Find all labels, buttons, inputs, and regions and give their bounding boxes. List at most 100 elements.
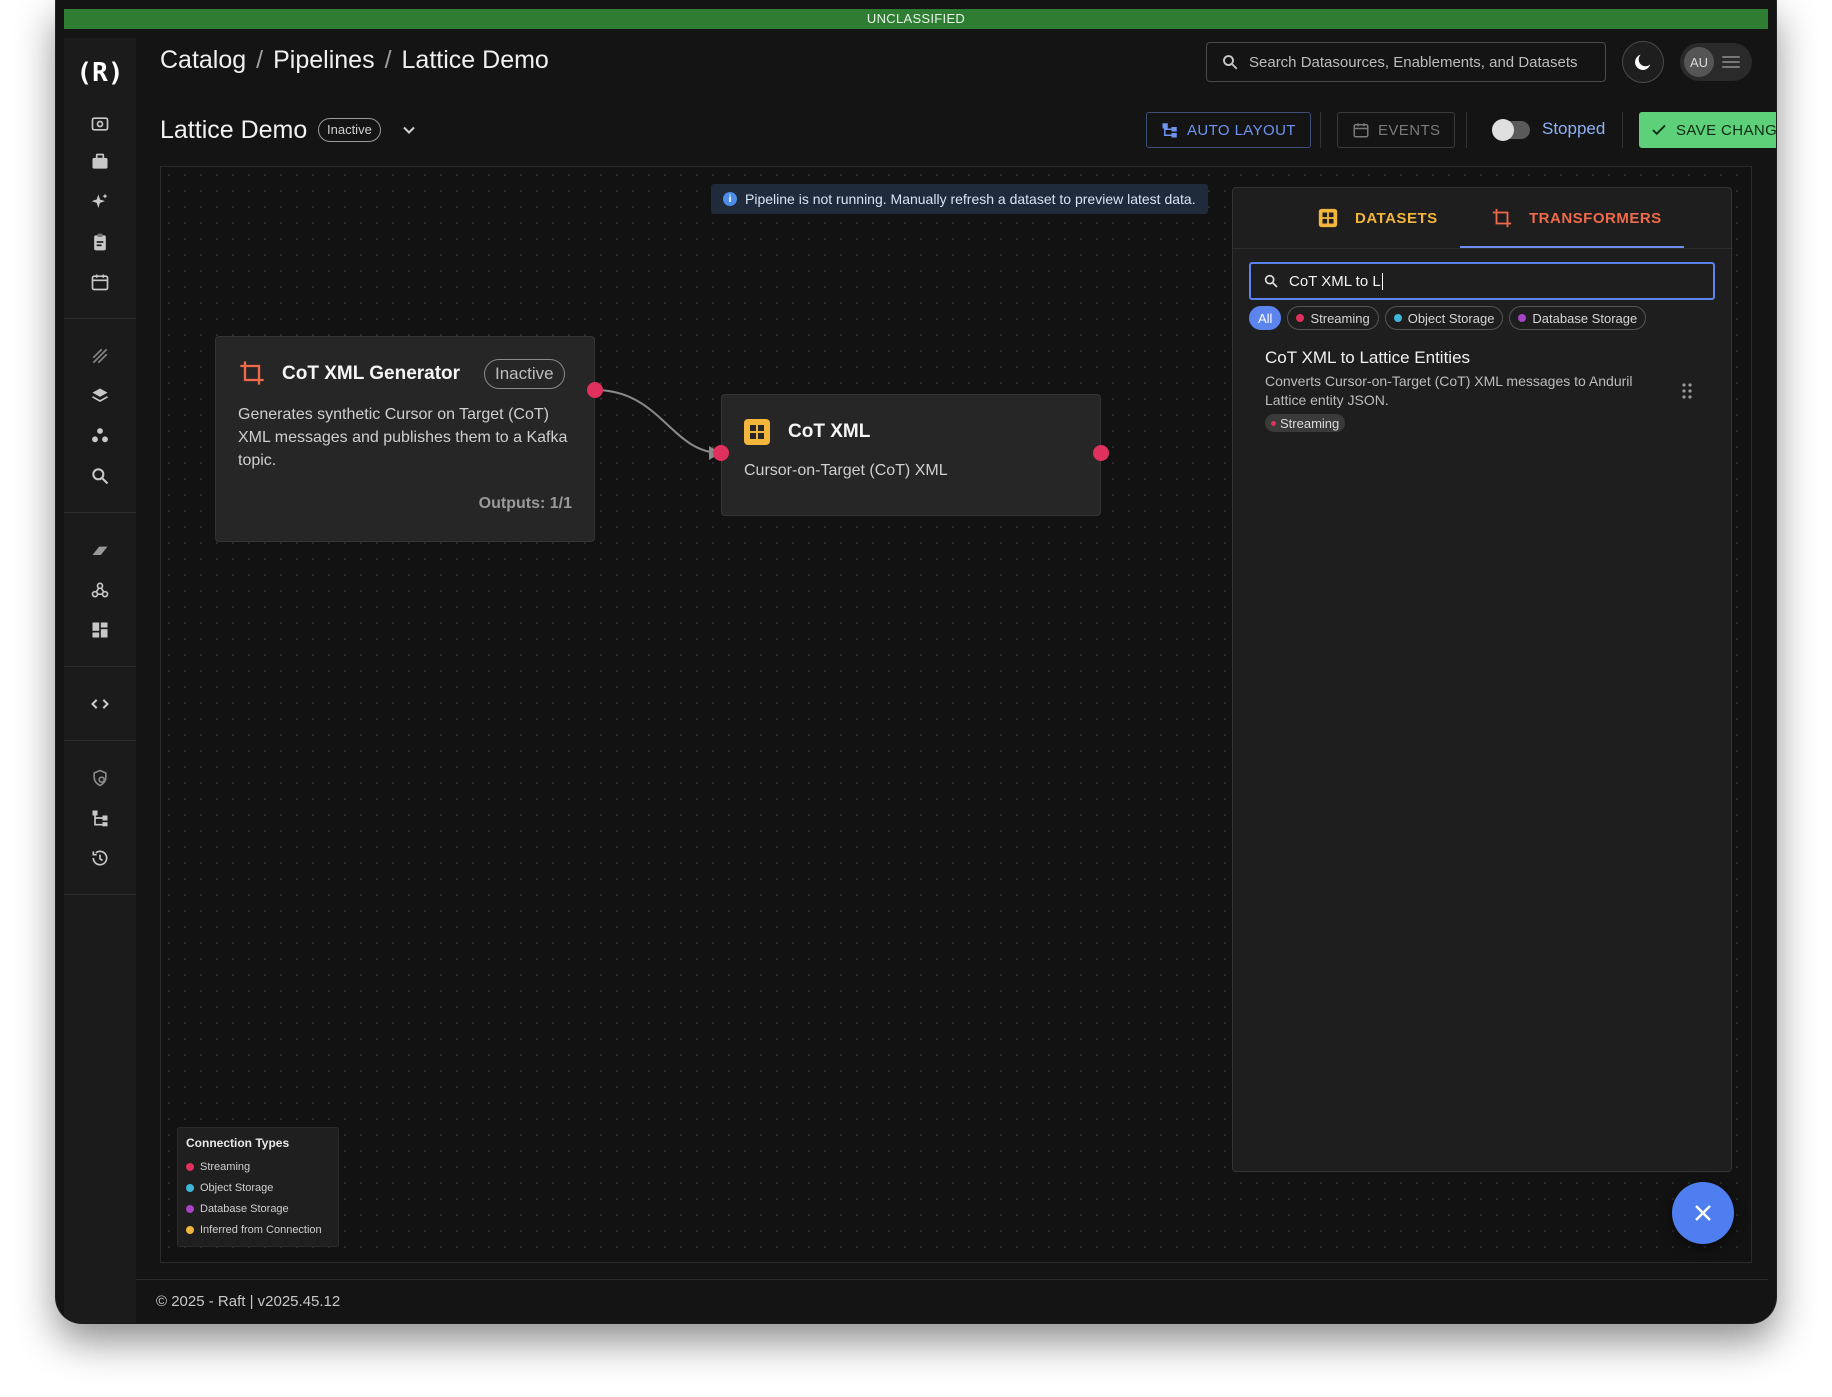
legend-title: Connection Types bbox=[186, 1136, 290, 1150]
global-search-input[interactable]: Search Datasources, Enablements, and Dat… bbox=[1206, 42, 1606, 82]
search-icon[interactable] bbox=[88, 464, 112, 488]
node-description: Generates synthetic Cursor on Target (Co… bbox=[238, 406, 568, 469]
layout-icon bbox=[1162, 123, 1177, 138]
clipboard-icon[interactable] bbox=[88, 230, 112, 254]
moon-icon bbox=[1635, 54, 1651, 70]
save-changes-label: SAVE CHANGES bbox=[1675, 121, 1776, 139]
eye-icon[interactable] bbox=[88, 112, 112, 136]
input-port[interactable] bbox=[713, 445, 729, 461]
info-banner-text: Pipeline is not running. Manually refres… bbox=[745, 191, 1196, 207]
dataset-icon bbox=[744, 419, 770, 445]
tab-datasets[interactable]: DATASETS bbox=[1317, 188, 1438, 248]
tab-datasets-label: DATASETS bbox=[1355, 209, 1438, 227]
auto-layout-label: AUTO LAYOUT bbox=[1187, 121, 1296, 139]
filter-all[interactable]: All bbox=[1249, 306, 1282, 330]
legend-item: Streaming bbox=[186, 1156, 330, 1177]
avatar: AU bbox=[1684, 47, 1714, 77]
legend-item: Inferred from Connection bbox=[186, 1219, 330, 1240]
close-icon bbox=[1695, 1205, 1711, 1221]
sidebar-divider bbox=[64, 318, 136, 319]
node-outputs: Outputs: 1/1 bbox=[478, 495, 572, 512]
sidebar-divider bbox=[64, 894, 136, 895]
group-icon[interactable] bbox=[88, 424, 112, 448]
page-title: Lattice Demo bbox=[160, 116, 308, 144]
breadcrumb-separator: / bbox=[256, 46, 264, 74]
breadcrumb-catalog[interactable]: Catalog bbox=[160, 46, 246, 75]
sidebar: (R) bbox=[64, 38, 136, 1323]
filter-chips: All Streaming Object Storage Database St… bbox=[1249, 306, 1647, 330]
footer: © 2025 - Raft | v2025.45.12 bbox=[156, 1293, 341, 1310]
calendar-icon[interactable] bbox=[88, 270, 112, 294]
theme-toggle-button[interactable] bbox=[1622, 41, 1664, 83]
text-caret bbox=[1381, 272, 1383, 290]
transformer-type-badge: Streaming bbox=[1265, 414, 1346, 432]
dashboard-icon[interactable] bbox=[88, 618, 112, 642]
sparkle-icon[interactable] bbox=[88, 190, 112, 214]
sidebar-divider bbox=[64, 740, 136, 741]
crop-icon bbox=[240, 361, 264, 385]
search-icon bbox=[1264, 274, 1278, 288]
auto-layout-button[interactable]: AUTO LAYOUT bbox=[1146, 112, 1311, 148]
events-label: EVENTS bbox=[1378, 121, 1441, 139]
toolbar-divider bbox=[1320, 112, 1321, 148]
transformer-title: CoT XML to Lattice Entities bbox=[1265, 348, 1471, 367]
filter-object-storage[interactable]: Object Storage bbox=[1384, 306, 1504, 330]
sidebar-divider bbox=[64, 666, 136, 667]
webhook-icon[interactable] bbox=[88, 578, 112, 602]
menu-icon bbox=[1722, 56, 1740, 68]
legend-item: Database Storage bbox=[186, 1198, 330, 1219]
close-panel-button[interactable] bbox=[1672, 1182, 1734, 1244]
calendar-icon bbox=[1353, 123, 1369, 138]
tab-active-indicator bbox=[1460, 246, 1684, 248]
tree-icon[interactable] bbox=[88, 806, 112, 830]
search-icon bbox=[1223, 55, 1238, 70]
breadcrumb-pipelines[interactable]: Pipelines bbox=[273, 46, 374, 75]
global-search-placeholder: Search Datasources, Enablements, and Dat… bbox=[1249, 53, 1578, 71]
sidebar-divider bbox=[64, 512, 136, 513]
filter-database-storage[interactable]: Database Storage bbox=[1509, 306, 1647, 330]
info-banner: i Pipeline is not running. Manually refr… bbox=[711, 184, 1208, 214]
stack-icon[interactable] bbox=[88, 538, 112, 562]
app-window: UNCLASSIFIED (R) Catalog / Pipelines / L… bbox=[56, 0, 1776, 1323]
check-icon bbox=[1652, 124, 1666, 136]
user-menu[interactable]: AU bbox=[1680, 43, 1752, 81]
stream-icon[interactable] bbox=[88, 344, 112, 368]
connection-legend: Connection Types Streaming Object Storag… bbox=[177, 1127, 339, 1247]
pipeline-run-toggle[interactable] bbox=[1492, 119, 1530, 141]
library-panel: DATASETS TRANSFORMERS CoT XML to L All S… bbox=[1232, 187, 1733, 1172]
breadcrumb-separator: / bbox=[384, 46, 392, 74]
dataset-node[interactable]: CoT XML Cursor-on-Target (CoT) XML bbox=[721, 394, 1101, 516]
events-button[interactable]: EVENTS bbox=[1337, 112, 1456, 148]
output-port[interactable] bbox=[1093, 445, 1109, 461]
pipeline-canvas[interactable]: i Pipeline is not running. Manually refr… bbox=[160, 166, 1752, 1263]
classification-banner: UNCLASSIFIED bbox=[64, 9, 1768, 29]
history-icon[interactable] bbox=[88, 846, 112, 870]
app-logo[interactable]: (R) bbox=[64, 50, 136, 96]
drag-handle-icon[interactable] bbox=[1681, 382, 1693, 400]
transformer-search-input[interactable]: CoT XML to L bbox=[1249, 262, 1715, 300]
tab-transformers[interactable]: TRANSFORMERS bbox=[1491, 188, 1662, 248]
tab-divider bbox=[1233, 248, 1733, 249]
chevron-down-icon[interactable] bbox=[399, 120, 419, 140]
save-changes-button[interactable]: SAVE CHANGES bbox=[1639, 112, 1776, 148]
breadcrumb-current: Lattice Demo bbox=[401, 46, 549, 74]
layers-icon[interactable] bbox=[88, 384, 112, 408]
output-port[interactable] bbox=[587, 382, 603, 398]
transformer-list-item[interactable]: CoT XML to Lattice Entities Converts Cur… bbox=[1249, 348, 1715, 438]
dataset-icon bbox=[1318, 208, 1338, 228]
toolbar-divider bbox=[1466, 112, 1467, 148]
code-icon[interactable] bbox=[88, 692, 112, 716]
policy-icon[interactable] bbox=[88, 766, 112, 790]
status-badge: Inactive bbox=[318, 118, 381, 142]
tab-transformers-label: TRANSFORMERS bbox=[1529, 209, 1662, 227]
node-description: Cursor-on-Target (CoT) XML bbox=[744, 462, 948, 479]
footer-divider bbox=[136, 1279, 1768, 1280]
briefcase-icon[interactable] bbox=[88, 150, 112, 174]
transformer-description: Converts Cursor-on-Target (CoT) XML mess… bbox=[1265, 373, 1633, 408]
transformer-node[interactable]: CoT XML Generator Inactive Generates syn… bbox=[215, 336, 595, 542]
filter-streaming[interactable]: Streaming bbox=[1287, 306, 1379, 330]
run-state-label: Stopped bbox=[1542, 119, 1606, 138]
legend-item: Object Storage bbox=[186, 1177, 330, 1198]
crop-icon bbox=[1492, 208, 1512, 228]
node-title: CoT XML bbox=[788, 421, 871, 442]
